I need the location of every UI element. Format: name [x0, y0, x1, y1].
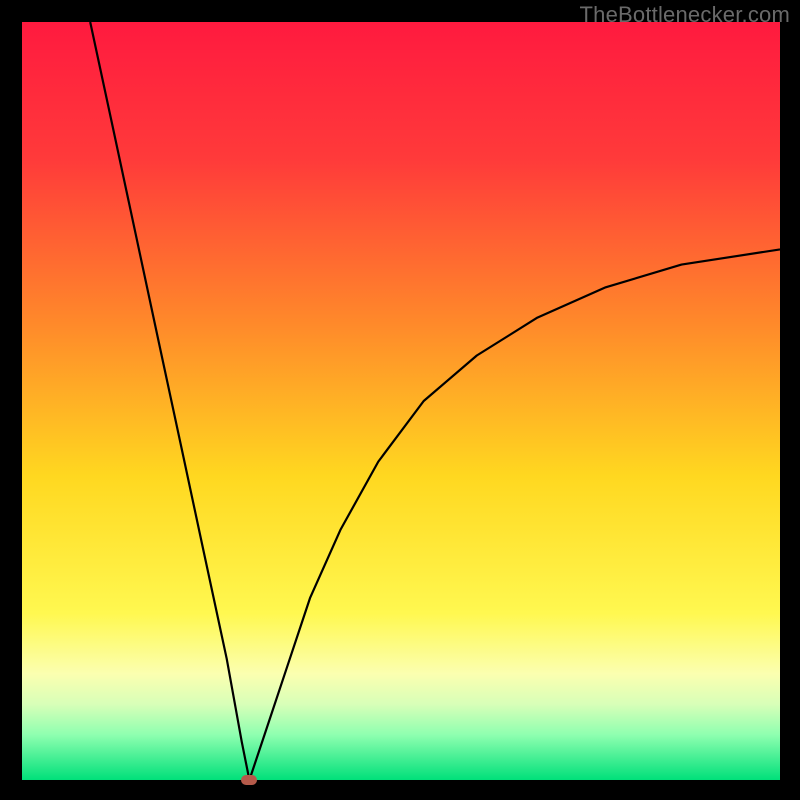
bottleneck-curve [90, 22, 780, 780]
curve-overlay [22, 22, 780, 780]
min-marker [241, 775, 257, 785]
plot-area [22, 22, 780, 780]
watermark-text: TheBottlenecker.com [580, 2, 790, 28]
